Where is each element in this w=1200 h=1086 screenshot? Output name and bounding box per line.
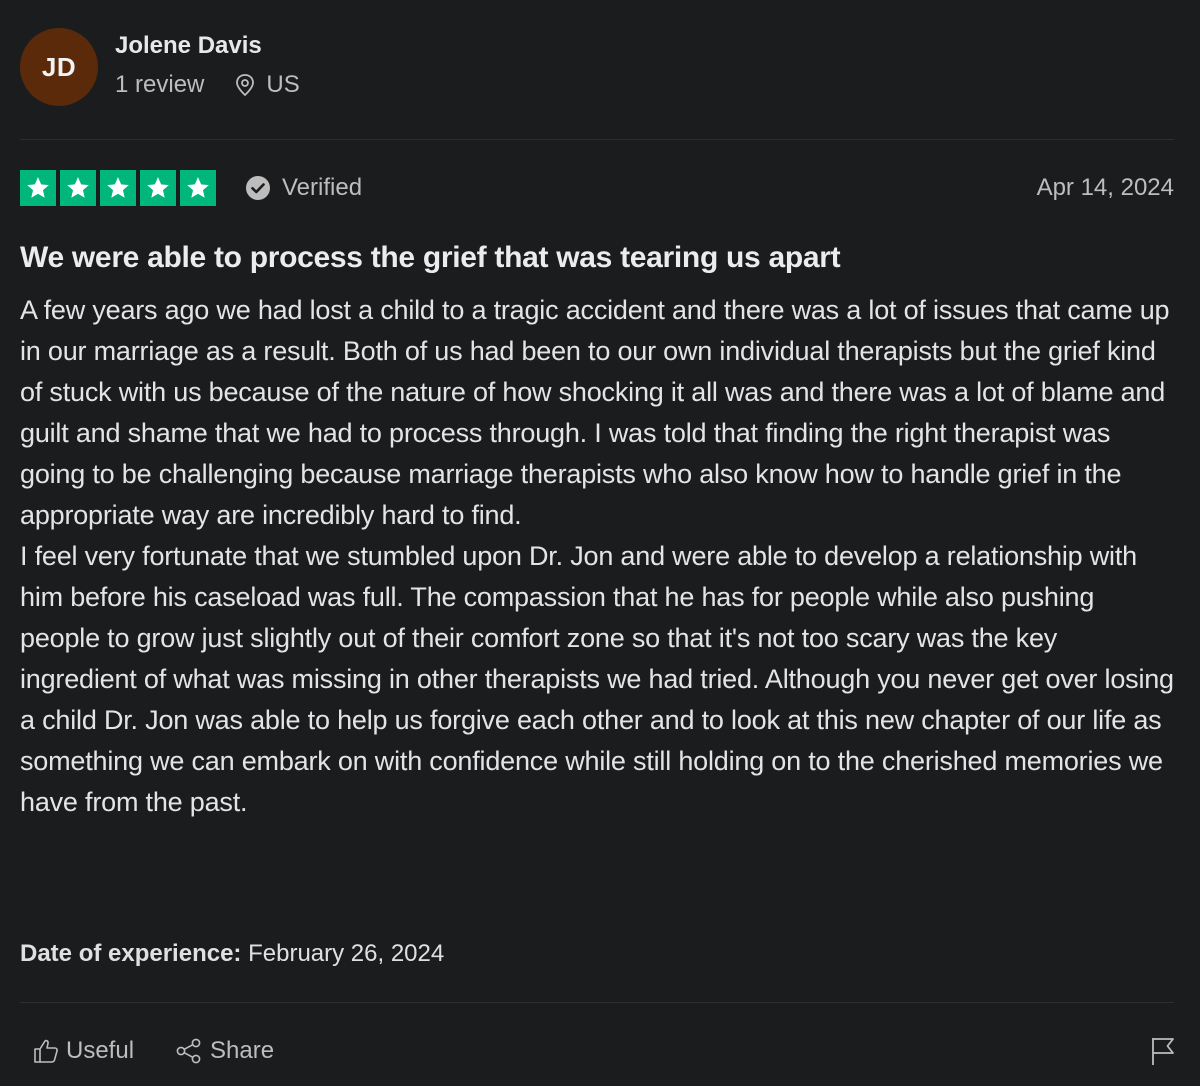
location-label: US (266, 71, 300, 98)
useful-button[interactable]: Useful (32, 1037, 134, 1065)
reviewer-location: US (234, 71, 300, 99)
review-card: JD Jolene Davis 1 review US Verified Apr… (0, 0, 1200, 1086)
star-icon (100, 170, 136, 206)
useful-label: Useful (66, 1037, 135, 1064)
verified-check-icon (246, 176, 270, 200)
verified-badge[interactable]: Verified (246, 174, 362, 202)
review-title[interactable]: We were able to process the grief that w… (20, 238, 1180, 278)
share-label: Share (210, 1037, 275, 1064)
location-pin-icon (236, 74, 255, 97)
divider (20, 139, 1174, 140)
reviewer-header: JD Jolene Davis 1 review US (20, 28, 300, 106)
review-body: A few years ago we had lost a child to a… (20, 290, 1180, 823)
flag-icon (1152, 1038, 1174, 1065)
star-icon (140, 170, 176, 206)
reviewer-meta: 1 review US (115, 71, 300, 99)
star-icon (20, 170, 56, 206)
review-paragraph: I feel very fortunate that we stumbled u… (20, 541, 1174, 817)
thumbs-up-icon (34, 1039, 58, 1063)
avatar[interactable]: JD (20, 28, 98, 106)
review-actions: Useful Share (32, 1030, 1176, 1072)
star-icon (180, 170, 216, 206)
avatar-initials: JD (41, 51, 77, 82)
reviewer-info: Jolene Davis 1 review US (115, 31, 300, 99)
report-flag-button[interactable] (1150, 1035, 1176, 1067)
review-count: 1 review (115, 71, 205, 98)
share-icon (176, 1038, 201, 1064)
rating-row: Verified Apr 14, 2024 (20, 170, 1174, 206)
star-rating (20, 170, 216, 206)
verified-label: Verified (282, 174, 363, 201)
review-paragraph: A few years ago we had lost a child to a… (20, 295, 1170, 530)
star-icon (60, 170, 96, 206)
experience-label: Date of experience: (20, 940, 242, 967)
review-date: Apr 14, 2024 (1036, 174, 1174, 201)
experience-date: February 26, 2024 (248, 940, 445, 967)
reviewer-name[interactable]: Jolene Davis (115, 31, 300, 61)
divider (20, 1002, 1174, 1003)
date-of-experience: Date of experience: February 26, 2024 (20, 937, 444, 971)
share-button[interactable]: Share (174, 1037, 274, 1065)
